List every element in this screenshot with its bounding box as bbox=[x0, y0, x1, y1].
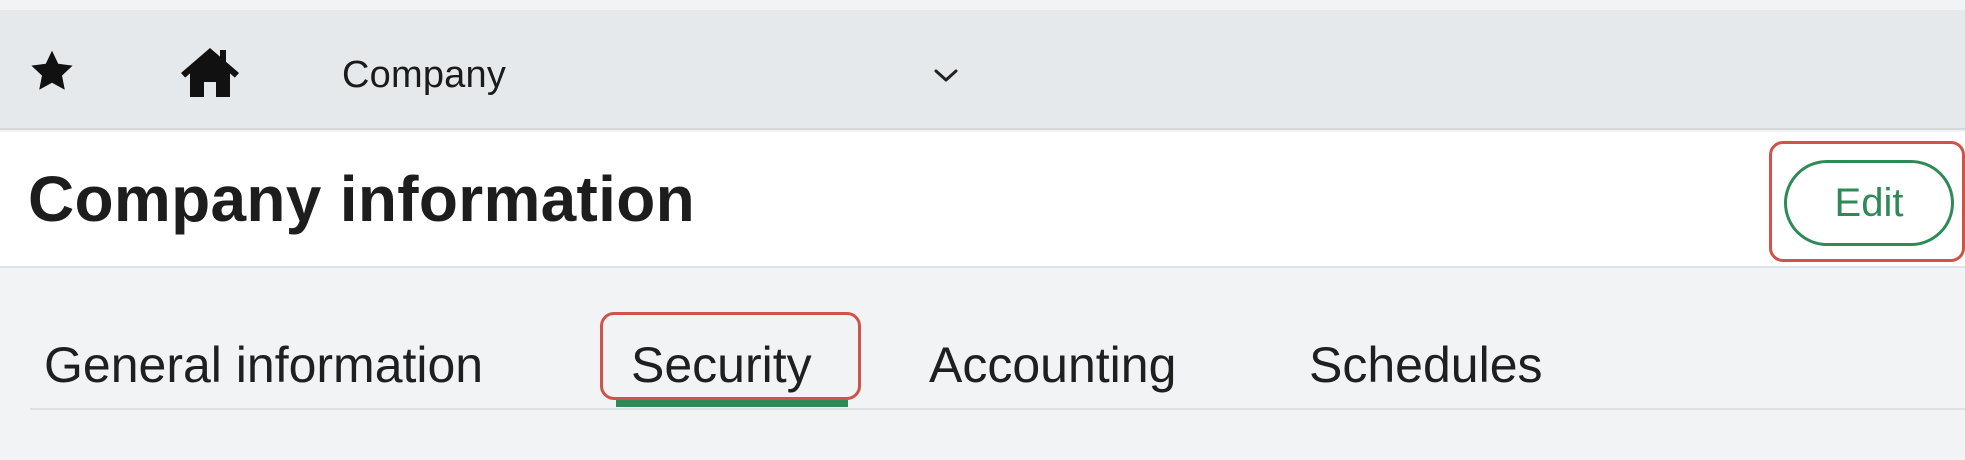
tab-security[interactable]: Security bbox=[631, 336, 812, 394]
page-header: Company information Edit bbox=[0, 132, 1965, 268]
company-context-label[interactable]: Company bbox=[342, 54, 506, 97]
chevron-down-icon[interactable] bbox=[933, 68, 959, 84]
tab-divider bbox=[30, 408, 1965, 410]
tab-schedules[interactable]: Schedules bbox=[1309, 336, 1543, 394]
tab-bar: General information Security Accounting … bbox=[0, 300, 1965, 420]
star-icon[interactable] bbox=[28, 47, 76, 95]
top-navigation-bar: Company bbox=[0, 10, 1965, 130]
home-icon[interactable] bbox=[178, 44, 242, 100]
active-tab-indicator bbox=[616, 400, 848, 407]
edit-button[interactable]: Edit bbox=[1784, 160, 1954, 246]
tab-accounting[interactable]: Accounting bbox=[929, 336, 1176, 394]
page-title: Company information bbox=[28, 163, 696, 235]
tab-general-information[interactable]: General information bbox=[44, 336, 483, 394]
